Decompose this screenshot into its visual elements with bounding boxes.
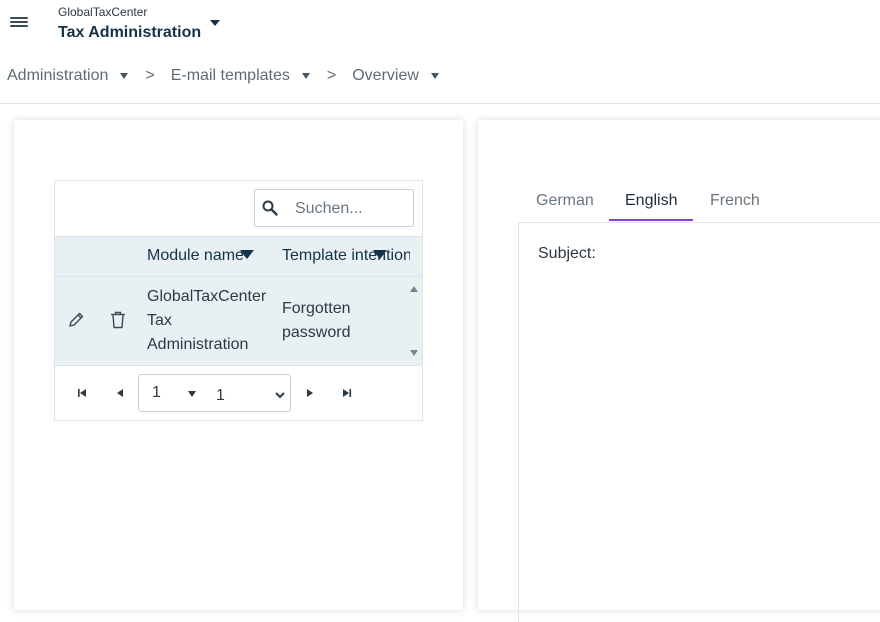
- chevron-down-icon[interactable]: [301, 73, 310, 79]
- pencil-icon[interactable]: [67, 311, 85, 329]
- app-switcher-caret-icon[interactable]: [210, 20, 220, 26]
- grid-header: Module name Template intention: [55, 236, 422, 277]
- template-detail-panel: German English French Subject:: [478, 120, 880, 622]
- chevron-down-icon[interactable]: [188, 391, 196, 397]
- current-page: 1: [152, 384, 161, 401]
- tab-german[interactable]: German: [536, 192, 594, 210]
- app-subtitle: GlobalTaxCenter: [58, 5, 148, 19]
- first-page-icon[interactable]: [75, 387, 89, 399]
- filter-icon[interactable]: [240, 250, 254, 260]
- hamburger-menu-icon[interactable]: [10, 15, 28, 33]
- breadcrumb-item-email-templates[interactable]: E-mail templates: [171, 67, 310, 85]
- scroll-up-arrow-icon[interactable]: [410, 286, 418, 292]
- breadcrumb-label: E-mail templates: [170, 67, 290, 84]
- chevron-down-icon[interactable]: [120, 73, 129, 79]
- breadcrumb-item-overview[interactable]: Overview: [352, 67, 439, 85]
- breadcrumb-separator: >: [145, 67, 155, 84]
- breadcrumb-label: Administration: [7, 67, 109, 84]
- search-input[interactable]: [295, 199, 405, 219]
- template-list-panel: Module name Template intention GlobalTax…: [14, 120, 463, 610]
- previous-page-icon[interactable]: [113, 387, 127, 399]
- breadcrumb-item-administration[interactable]: Administration: [7, 67, 129, 85]
- search-box[interactable]: [254, 189, 414, 227]
- pager: 1 1: [55, 367, 422, 421]
- app-title: Tax Administration: [58, 24, 202, 41]
- templates-grid: Module name Template intention GlobalTax…: [54, 180, 423, 421]
- chevron-down-icon[interactable]: [430, 73, 439, 79]
- search-icon: [262, 200, 278, 216]
- tab-english[interactable]: English: [625, 192, 677, 210]
- trash-icon[interactable]: [110, 311, 126, 329]
- cell-template-intention: Forgotten password: [282, 300, 351, 341]
- filter-icon[interactable]: [373, 250, 387, 260]
- breadcrumb-label: Overview: [352, 67, 419, 84]
- page-size-select[interactable]: 1: [212, 385, 288, 405]
- breadcrumb: Administration > E-mail templates > Over…: [7, 66, 439, 86]
- column-header-template-intention[interactable]: Template intention: [282, 247, 410, 265]
- breadcrumb-separator: >: [326, 67, 337, 84]
- last-page-icon[interactable]: [340, 387, 354, 399]
- active-tab-indicator: [609, 219, 693, 221]
- page-selector[interactable]: 1 1: [138, 374, 291, 412]
- tab-french[interactable]: French: [710, 192, 760, 210]
- template-editor: [518, 222, 880, 622]
- next-page-icon[interactable]: [303, 387, 317, 399]
- table-row[interactable]: GlobalTaxCenter Tax Administration Forgo…: [55, 277, 422, 366]
- app-header: GlobalTaxCenter Tax Administration Admin…: [0, 0, 880, 104]
- subject-label: Subject:: [538, 245, 596, 262]
- scroll-down-arrow-icon[interactable]: [410, 350, 418, 356]
- cell-module-name: GlobalTaxCenter Tax Administration: [147, 288, 267, 353]
